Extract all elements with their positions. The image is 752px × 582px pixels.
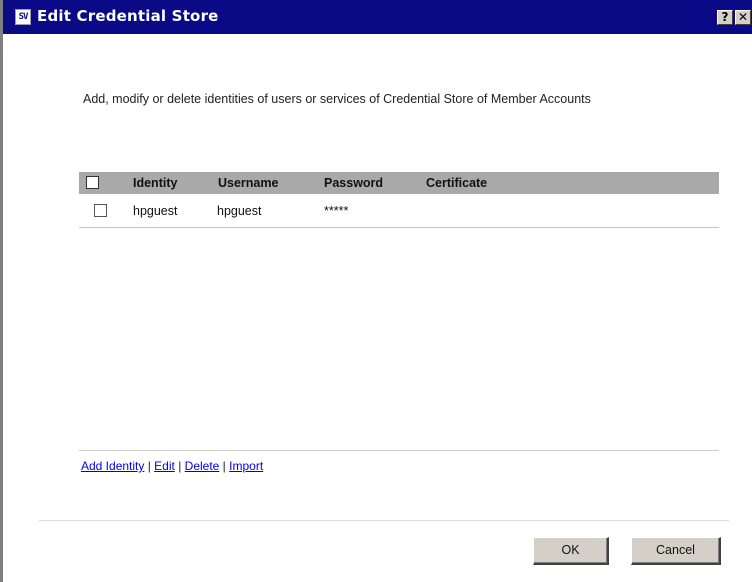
divider: [79, 450, 719, 451]
add-identity-link[interactable]: Add Identity: [81, 459, 144, 473]
intro-text: Add, modify or delete identities of user…: [83, 92, 591, 106]
column-header-certificate[interactable]: Certificate: [426, 176, 487, 190]
dialog-window: SV Edit Credential Store ? ✕ Add, modify…: [0, 0, 752, 582]
table-row[interactable]: hpguest hpguest *****: [79, 196, 719, 228]
link-separator: |: [174, 459, 185, 473]
help-icon[interactable]: ?: [717, 10, 733, 25]
identity-cell: hpguest: [133, 204, 178, 218]
window-title: Edit Credential Store: [37, 7, 219, 25]
cancel-button[interactable]: Cancel: [631, 537, 721, 565]
table-header: Identity Username Password Certificate: [79, 172, 719, 194]
column-header-identity[interactable]: Identity: [133, 176, 177, 190]
password-cell: *****: [324, 204, 349, 218]
title-bar[interactable]: SV Edit Credential Store ? ✕: [3, 0, 752, 34]
column-header-username[interactable]: Username: [218, 176, 278, 190]
action-links: Add Identity | Edit | Delete | Import: [81, 459, 263, 473]
column-header-password[interactable]: Password: [324, 176, 383, 190]
edit-link[interactable]: Edit: [154, 459, 175, 473]
link-separator: |: [144, 459, 155, 473]
divider: [39, 520, 729, 521]
import-link[interactable]: Import: [229, 459, 263, 473]
ok-button[interactable]: OK: [533, 537, 609, 565]
delete-link[interactable]: Delete: [185, 459, 220, 473]
close-icon[interactable]: ✕: [735, 10, 751, 25]
row-checkbox[interactable]: [94, 204, 107, 217]
select-all-checkbox[interactable]: [86, 176, 99, 189]
username-cell: hpguest: [217, 204, 262, 218]
link-separator: |: [219, 459, 230, 473]
app-icon: SV: [15, 9, 31, 25]
